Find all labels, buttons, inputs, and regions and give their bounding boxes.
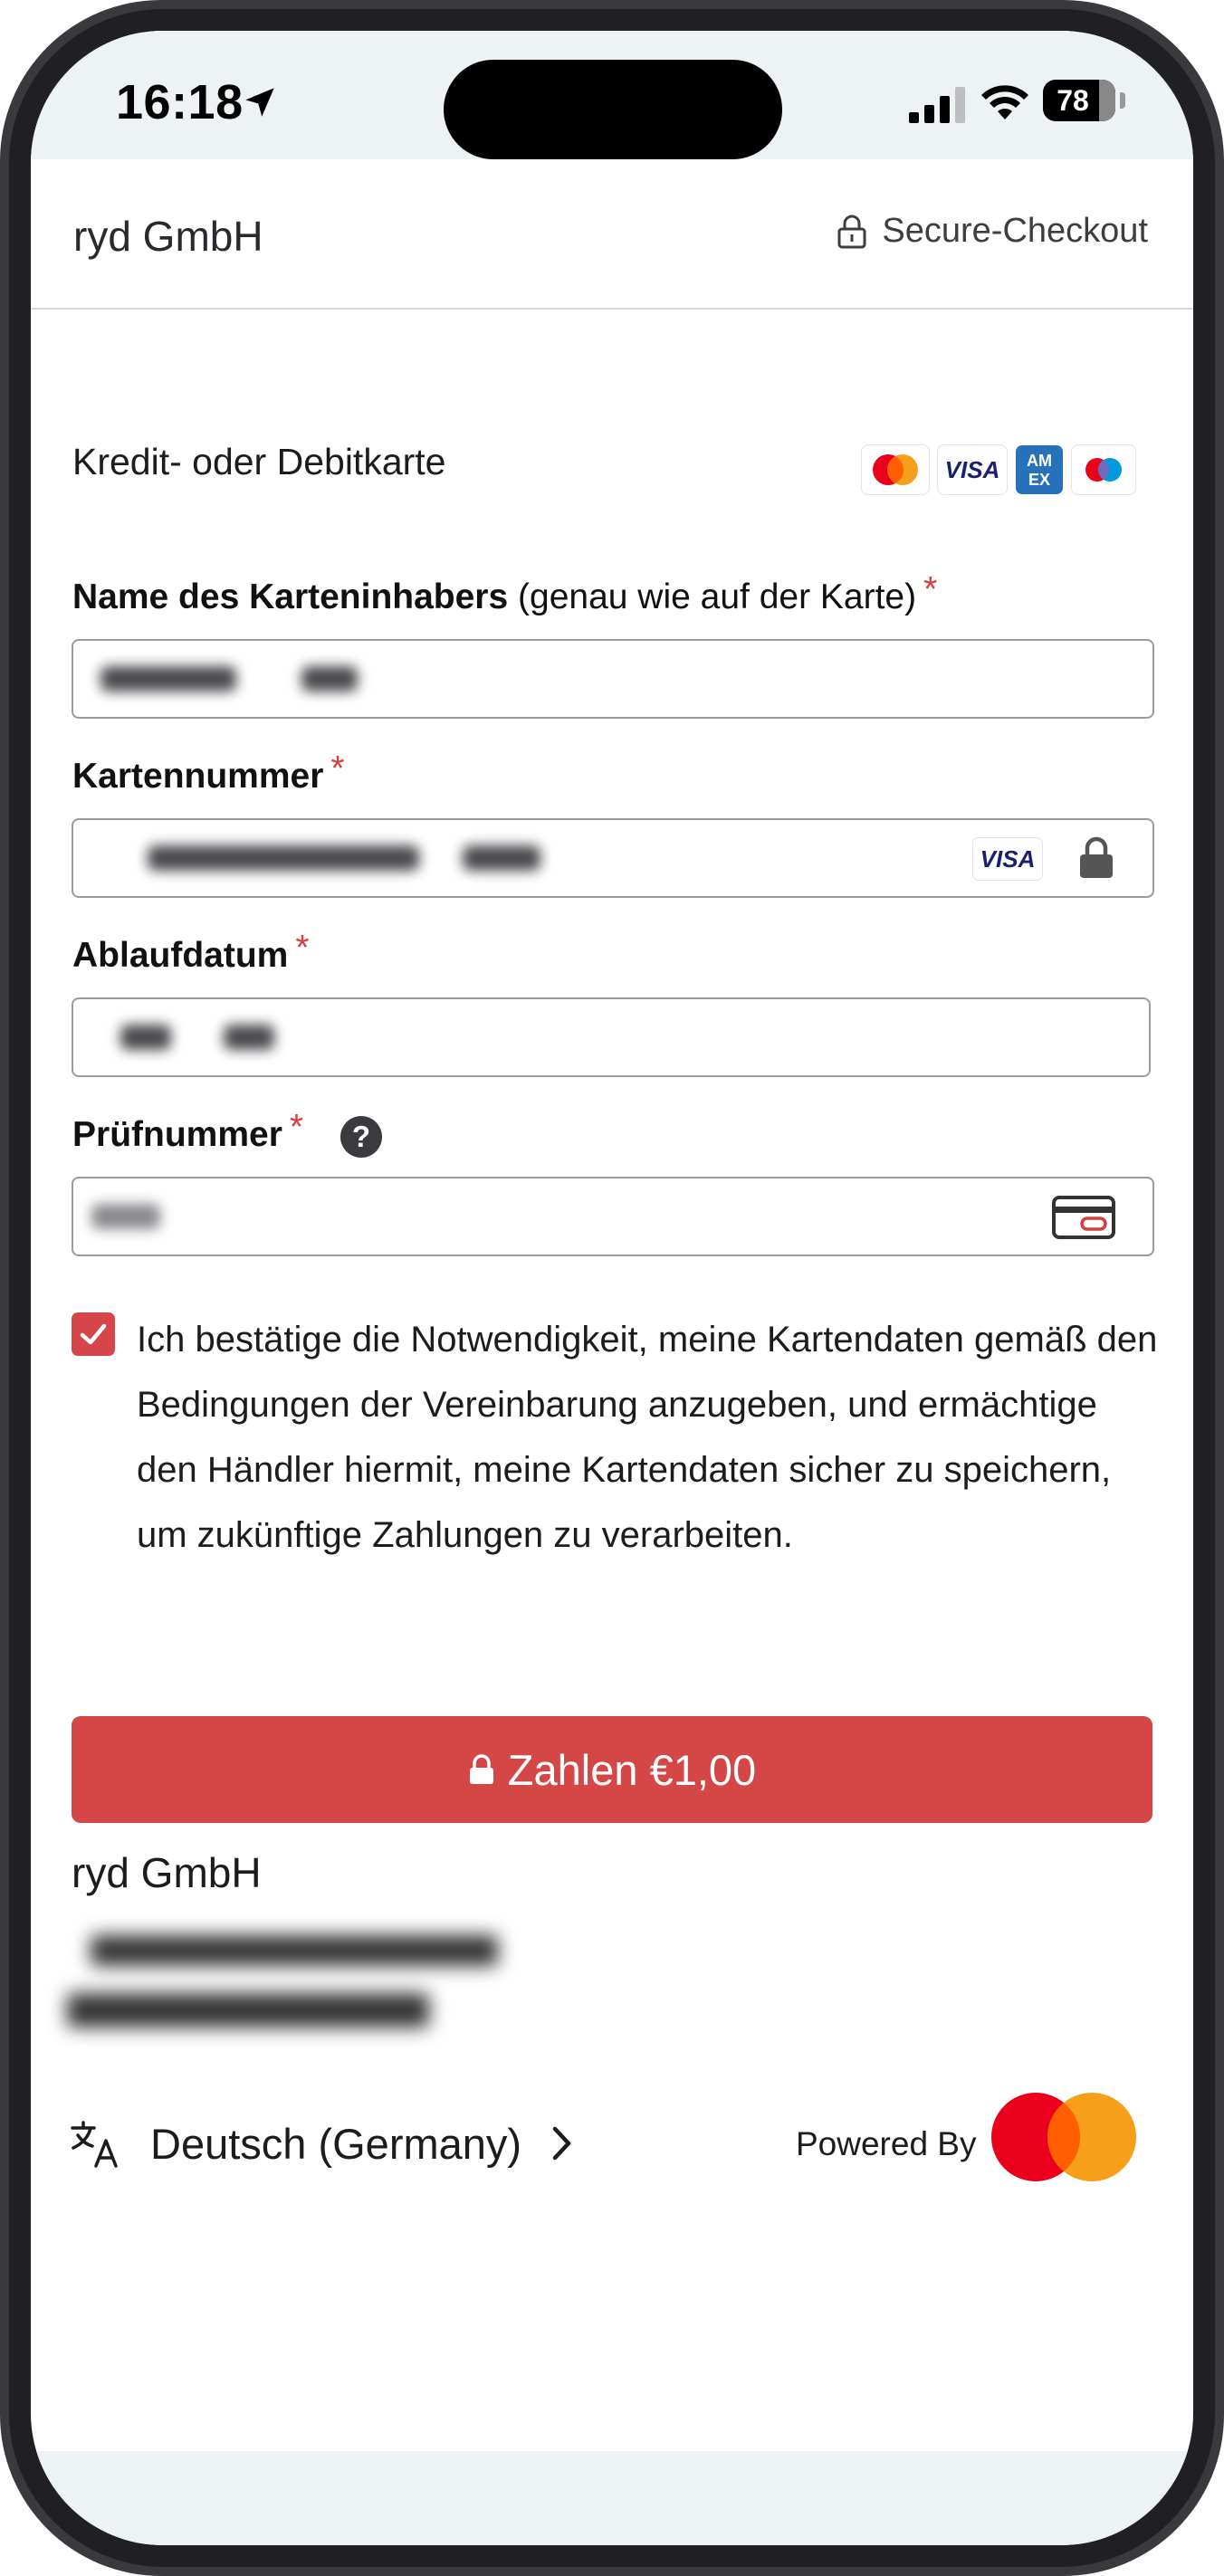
cvc-card-icon xyxy=(1052,1196,1115,1239)
redacted-value xyxy=(463,845,540,871)
expiry-input[interactable] xyxy=(72,997,1151,1077)
expiry-label: Ablaufdatum * xyxy=(72,929,310,976)
wifi-icon xyxy=(981,85,1028,119)
redacted-value xyxy=(301,666,358,692)
card-brand-logos: VISA AM EX xyxy=(862,445,1144,496)
language-label: Deutsch (Germany) xyxy=(150,2119,522,2168)
merchant-name: ryd GmbH xyxy=(73,213,263,260)
required-marker: * xyxy=(330,749,345,788)
visa-detected-badge: VISA xyxy=(973,838,1042,880)
location-arrow-icon xyxy=(245,88,274,117)
cardholder-label: Name des Karteninhabers (genau wie auf d… xyxy=(72,570,937,617)
required-marker: * xyxy=(289,1108,304,1147)
cvc-label: Prüfnummer * xyxy=(72,1108,303,1155)
battery-percentage: 78 xyxy=(1057,84,1089,117)
dynamic-island xyxy=(444,60,782,159)
pay-button-label: Zahlen €1,00 xyxy=(507,1745,757,1794)
visa-logo: VISA xyxy=(938,445,1007,494)
translate-icon xyxy=(71,2121,118,2168)
cellular-signal-icon xyxy=(909,87,965,123)
status-time: 16:18 xyxy=(116,75,244,129)
battery-icon: 78 xyxy=(1043,80,1115,121)
screen: 16:18 78 ryd GmbH Secure-Checkout Kredit… xyxy=(31,31,1193,2545)
chevron-right-icon xyxy=(552,2126,571,2161)
status-bar: 16:18 78 xyxy=(31,31,1193,159)
card-number-input[interactable]: VISA xyxy=(72,818,1154,898)
redacted-value xyxy=(91,1204,160,1229)
amex-logo: AM EX xyxy=(1016,445,1063,494)
secure-checkout-label: Secure-Checkout xyxy=(882,212,1148,250)
payment-method-label: Kredit- oder Debitkarte xyxy=(72,441,446,482)
consent-checkbox[interactable] xyxy=(72,1312,115,1356)
redacted-value xyxy=(100,666,236,692)
redacted-address-line xyxy=(91,1935,498,1966)
card-number-label-text: Kartennummer xyxy=(72,757,324,796)
redacted-value xyxy=(148,845,419,871)
visa-detected-label: VISA xyxy=(980,844,1036,873)
mastercard-logo xyxy=(991,2093,1136,2181)
consent-text: Ich bestätige die Notwendigkeit, meine K… xyxy=(137,1320,1158,1555)
svg-text:EX: EX xyxy=(1028,471,1050,489)
checkout-header: ryd GmbH Secure-Checkout xyxy=(31,159,1193,310)
redacted-value xyxy=(120,1025,171,1050)
battery-tip xyxy=(1120,92,1125,109)
redacted-address-line xyxy=(67,1993,429,2027)
required-marker: * xyxy=(923,570,938,609)
cvc-input[interactable] xyxy=(72,1177,1154,1256)
expiry-label-text: Ablaufdatum xyxy=(72,936,289,975)
bottom-safe-area xyxy=(31,2451,1193,2545)
lock-icon xyxy=(469,1754,493,1784)
required-marker: * xyxy=(295,929,310,968)
secure-checkout-badge: Secure-Checkout xyxy=(837,212,1148,251)
card-lock-icon xyxy=(1080,836,1113,878)
powered-by-label: Powered By xyxy=(796,2125,977,2162)
language-selector[interactable]: Deutsch (Germany) xyxy=(69,2117,574,2170)
svg-text:VISA: VISA xyxy=(945,456,1000,483)
lock-icon xyxy=(837,215,866,248)
mastercard-logo xyxy=(862,445,929,494)
card-number-label: Kartennummer * xyxy=(72,749,345,797)
cardholder-input[interactable] xyxy=(72,639,1154,719)
cardholder-label-text: Name des Karteninhabers xyxy=(72,577,509,616)
footer-merchant-name: ryd GmbH xyxy=(72,1849,262,1896)
cardholder-hint: (genau wie auf der Karte) xyxy=(518,577,917,616)
maestro-logo xyxy=(1072,445,1135,494)
cvc-help-icon[interactable]: ? xyxy=(340,1116,382,1158)
redacted-value xyxy=(224,1025,274,1050)
svg-text:AM: AM xyxy=(1027,452,1052,470)
cvc-label-text: Prüfnummer xyxy=(72,1115,282,1154)
pay-button[interactable]: Zahlen €1,00 xyxy=(72,1716,1152,1823)
checkmark-icon xyxy=(80,1323,107,1345)
